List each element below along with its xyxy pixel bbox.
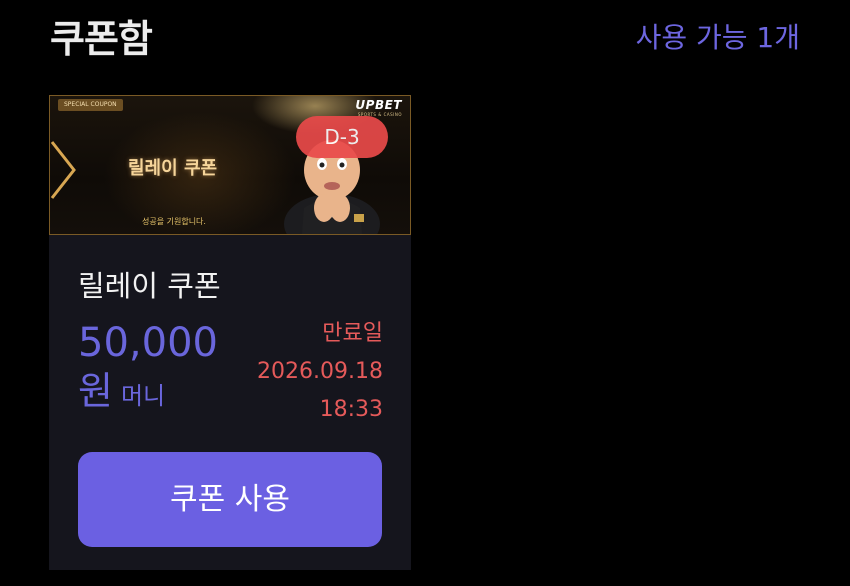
- coupon-amount-value: 50,000: [78, 320, 218, 366]
- expiry-time: 18:33: [319, 397, 383, 422]
- brand-logo-text: UPBET: [355, 98, 402, 112]
- dday-badge: D-3: [296, 116, 388, 158]
- expiry-date: 2026.09.18: [257, 359, 383, 384]
- page-title: 쿠폰함: [50, 17, 153, 61]
- coupon-amount: 50,000 원 머니: [78, 319, 218, 420]
- banner-title: 릴레이 쿠폰: [128, 158, 218, 179]
- coupon-amount-type: 머니: [120, 382, 166, 410]
- brand-logo: UPBET SPORTS & CASINO: [355, 98, 402, 117]
- coupon-expiry: 만료일 2026.09.18 18:33: [257, 315, 383, 429]
- expiry-label: 만료일: [322, 321, 383, 346]
- coupon-banner-image: SPECIAL COUPON UPBET SPORTS & CASINO 릴레이…: [49, 95, 411, 235]
- use-coupon-button[interactable]: 쿠폰 사용: [78, 452, 382, 547]
- special-coupon-tag: SPECIAL COUPON: [58, 99, 123, 111]
- coupon-amount-unit: 원: [78, 369, 113, 413]
- available-count: 사용 가능 1개: [635, 21, 800, 54]
- banner-subtitle: 성공을 기원합니다.: [142, 217, 206, 226]
- coupon-name: 릴레이 쿠폰: [78, 269, 221, 303]
- coupon-card: SPECIAL COUPON UPBET SPORTS & CASINO 릴레이…: [49, 95, 411, 570]
- chevron-right-icon: [50, 141, 76, 199]
